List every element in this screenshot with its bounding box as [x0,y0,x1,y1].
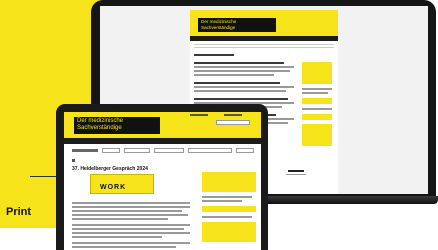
tablet-sidebar-line [202,216,252,218]
laptop-text-line [194,74,274,76]
tablet-text-line [72,228,184,230]
laptop-text-line [194,70,290,72]
tablet-sidebar-line [202,196,252,198]
laptop-sidebar-box[interactable] [302,124,332,146]
tablet-image-work-text: WORK [100,184,127,191]
laptop-site-nav[interactable] [190,36,338,41]
tablet-sidebar-line [202,200,242,202]
laptop-text-line [194,86,294,88]
laptop-text-line [194,62,284,64]
tablet-article-title: 37. Heidelberger Gespräch 2024 [72,166,148,172]
tablet-top-link[interactable] [224,114,242,116]
tablet-site-subnav[interactable] [72,148,256,154]
tablet-screen: Der medizinische Sachverständige 37. Hei… [64,112,261,250]
tablet-sidebar-box[interactable] [202,206,256,212]
tablet-sidebar-box[interactable] [202,172,256,192]
tablet-search-input[interactable] [216,120,250,125]
tablet-sidebar-box[interactable] [202,222,256,242]
laptop-sidebar-box[interactable] [302,114,332,120]
laptop-sidebar-line [302,88,332,90]
laptop-footer-link [288,170,304,172]
laptop-text-line [194,66,294,68]
tablet-logo-line1: Der medizinische [77,118,124,124]
laptop-sidebar-line [302,92,328,94]
tablet-logo-line2: Sachverständige [77,125,122,131]
tablet-text-line [72,236,162,238]
laptop-footer-link [286,174,306,175]
tablet-text-line [72,242,190,244]
tablet-text-line [72,202,190,204]
laptop-site-logo[interactable]: Der medizinische Sachverständige [198,18,276,32]
print-label: Print [6,206,32,218]
laptop-text-line [194,82,280,84]
tablet-text-line [72,246,176,248]
tablet-site-nav[interactable] [64,138,261,144]
tablet-text-line [72,210,182,212]
tablet-text-line [72,214,188,216]
laptop-sidebar-box[interactable] [302,98,332,104]
tablet-top-link[interactable] [190,114,208,116]
laptop-sidebar-line [302,108,332,110]
laptop-site-subnav[interactable] [194,44,334,48]
tablet-text-line [72,232,190,234]
tablet-text-line [72,206,190,208]
tablet-site-logo[interactable]: Der medizinische Sachverständige [74,117,160,134]
tablet-text-line [72,224,190,226]
home-icon[interactable] [72,159,75,162]
laptop-text-line [194,90,286,92]
tablet-text-line [72,218,168,220]
laptop-sidebar-box[interactable] [302,62,332,84]
laptop-heading-placeholder [194,54,234,56]
laptop-logo-line2: Sachverständige [201,25,236,30]
laptop-text-line [194,98,288,100]
